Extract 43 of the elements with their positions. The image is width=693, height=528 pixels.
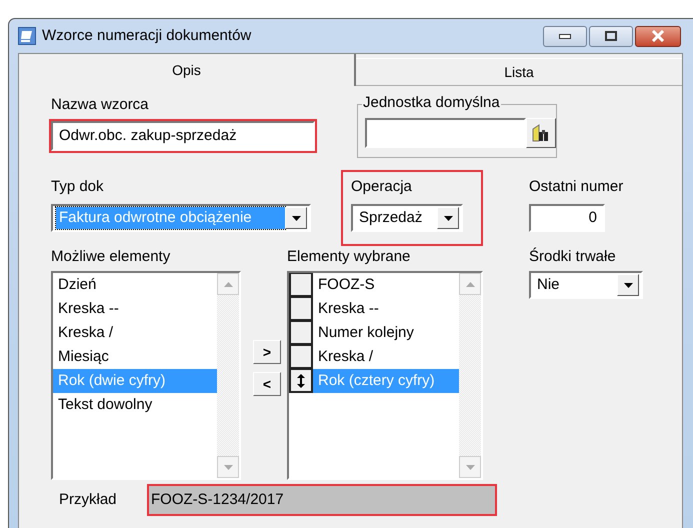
list-item[interactable]: FOOZ-S bbox=[313, 273, 459, 297]
list-item[interactable]: Kreska -- bbox=[53, 297, 217, 321]
close-button[interactable] bbox=[635, 26, 681, 46]
scrollbar[interactable] bbox=[217, 273, 239, 478]
example-field: FOOZ-S-1234/2017 bbox=[147, 484, 497, 516]
list-item[interactable]: Kreska / bbox=[53, 321, 217, 345]
field-label: Operacja bbox=[351, 178, 413, 196]
fixed-assets-dropdown[interactable]: Nie bbox=[529, 271, 643, 299]
list-item[interactable]: Dzień bbox=[53, 273, 217, 297]
list-item[interactable]: Miesiąc bbox=[53, 345, 217, 369]
field-label: Typ dok bbox=[51, 178, 105, 196]
move-button[interactable]: > bbox=[253, 340, 281, 364]
row-handle[interactable] bbox=[289, 273, 313, 297]
scrollbar[interactable] bbox=[459, 273, 481, 478]
row-handle[interactable] bbox=[289, 321, 313, 345]
close-icon bbox=[651, 30, 665, 42]
row-handle[interactable] bbox=[289, 345, 313, 369]
field-label: Ostatni numer bbox=[529, 178, 624, 196]
binoculars-button[interactable] bbox=[526, 118, 556, 148]
group-label: Jednostka domyślna bbox=[362, 94, 501, 112]
tab[interactable]: Lista bbox=[356, 58, 682, 86]
last-number-field[interactable]: 0 bbox=[529, 204, 605, 232]
unit-field[interactable] bbox=[365, 118, 526, 148]
move-button[interactable]: < bbox=[253, 372, 281, 396]
operation-dropdown[interactable]: Sprzedaż bbox=[351, 204, 463, 232]
name-field[interactable]: Odwr.obc. zakup-sprzedaż bbox=[51, 121, 315, 151]
list-label: Elementy wybrane bbox=[287, 248, 412, 266]
move-handle-icon[interactable] bbox=[289, 369, 313, 393]
list-item[interactable]: Kreska / bbox=[313, 345, 459, 369]
field-label: Nazwa wzorca bbox=[51, 96, 150, 114]
field-label: Środki trwałe bbox=[529, 248, 617, 266]
maximize-button[interactable] bbox=[589, 26, 633, 46]
window-title: Wzorce numeracji dokumentów bbox=[42, 26, 252, 46]
minimize-icon bbox=[559, 34, 571, 38]
field-label: Przykład bbox=[58, 490, 118, 510]
list-item[interactable]: Tekst dowolny bbox=[53, 393, 217, 417]
maximize-icon bbox=[605, 31, 617, 41]
row-handle[interactable] bbox=[289, 297, 313, 321]
list-label: Możliwe elementy bbox=[51, 248, 172, 266]
minimize-button[interactable] bbox=[543, 26, 587, 46]
document-icon bbox=[18, 27, 36, 45]
list-item[interactable]: Numer kolejny bbox=[313, 321, 459, 345]
list-item[interactable]: Kreska -- bbox=[313, 297, 459, 321]
